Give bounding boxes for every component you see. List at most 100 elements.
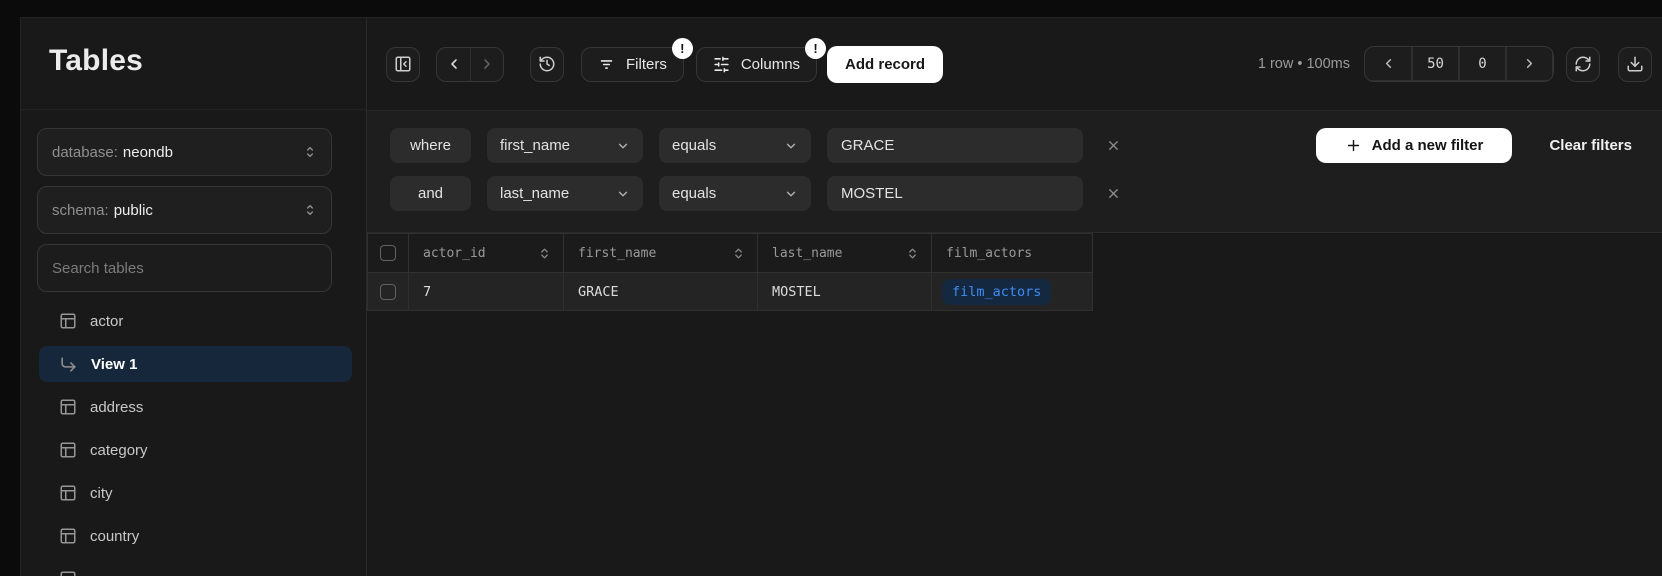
table-icon — [59, 484, 77, 502]
corner-down-right-icon — [59, 355, 78, 374]
table-icon — [59, 312, 77, 330]
pagination-group: 50 0 — [1364, 46, 1554, 82]
sort-icon[interactable] — [732, 247, 745, 260]
filter-operator-select[interactable]: equals — [659, 176, 811, 211]
sidebar-item-label: View 1 — [91, 356, 137, 373]
cell-film-actors: film_actors — [932, 273, 1093, 311]
sort-icon[interactable] — [906, 247, 919, 260]
sidebar-item-city[interactable]: city — [39, 475, 352, 511]
clear-filters-button[interactable]: Clear filters — [1543, 128, 1638, 163]
sliders-icon — [713, 56, 730, 73]
filter-value-input[interactable] — [827, 128, 1083, 163]
column-header-first-name[interactable]: first_name — [564, 234, 758, 273]
filter-operator-select[interactable]: equals — [659, 128, 811, 163]
filter-column-value: last_name — [500, 185, 569, 202]
history-nav-group — [436, 47, 504, 82]
sidebar-item-view-1[interactable]: View 1 — [39, 346, 352, 382]
filter-operator-value: equals — [672, 137, 716, 154]
search-tables-input[interactable] — [37, 244, 332, 292]
filters-alert-badge: ! — [672, 38, 693, 59]
select-all-checkbox[interactable] — [380, 245, 396, 261]
row-checkbox[interactable] — [380, 284, 396, 300]
sidebar-controls: database: neondb schema: public — [37, 128, 332, 292]
page-size-field[interactable]: 50 — [1412, 47, 1459, 81]
page-offset-field[interactable]: 0 — [1459, 47, 1506, 81]
database-selector-label: database: — [52, 144, 118, 161]
chevron-down-icon — [616, 187, 630, 201]
select-all-cell — [368, 234, 409, 273]
download-button[interactable] — [1618, 47, 1652, 82]
column-header-film-actors[interactable]: film_actors — [932, 234, 1093, 273]
row-select-cell — [368, 273, 409, 311]
film-actors-link[interactable]: film_actors — [942, 279, 1051, 305]
add-record-button[interactable]: Add record — [827, 46, 943, 83]
prev-page-button[interactable] — [1365, 47, 1412, 81]
remove-filter-icon[interactable] — [1106, 186, 1121, 201]
schema-selector-value: public — [114, 202, 153, 219]
result-summary: 1 row • 100ms — [1258, 56, 1350, 72]
unfold-icon — [303, 145, 317, 159]
cell-last-name[interactable]: MOSTEL — [758, 273, 932, 311]
sidebar-item-label: address — [90, 399, 143, 416]
sidebar-item-label: actor — [90, 313, 123, 330]
refresh-icon — [1574, 55, 1592, 73]
tables-list: actor View 1 address category — [39, 303, 352, 576]
columns-button[interactable]: Columns ! — [696, 47, 817, 82]
chevron-down-icon — [616, 139, 630, 153]
collapse-sidebar-button[interactable] — [386, 47, 420, 82]
filter-conjunction: where — [390, 128, 471, 163]
query-history-button[interactable] — [530, 47, 564, 82]
filter-operator-value: equals — [672, 185, 716, 202]
sidebar-item-category[interactable]: category — [39, 432, 352, 468]
back-button[interactable] — [437, 48, 470, 81]
filter-column-select[interactable]: last_name — [487, 176, 643, 211]
sidebar-divider — [21, 109, 366, 110]
forward-button[interactable] — [470, 48, 503, 81]
chevron-down-icon — [784, 187, 798, 201]
unfold-icon — [303, 203, 317, 217]
chevron-left-icon — [446, 56, 462, 72]
sidebar-item-label: city — [90, 485, 113, 502]
column-header-actor-id[interactable]: actor_id — [409, 234, 564, 273]
sidebar-item-partial[interactable] — [39, 561, 352, 576]
page-title: Tables — [49, 44, 143, 78]
sort-icon[interactable] — [538, 247, 551, 260]
sidebar-item-country[interactable]: country — [39, 518, 352, 554]
filter-column-value: first_name — [500, 137, 570, 154]
chevron-down-icon — [784, 139, 798, 153]
schema-selector[interactable]: schema: public — [37, 186, 332, 234]
filter-panel: where first_name equals — [367, 111, 1662, 233]
next-page-button[interactable] — [1506, 47, 1553, 81]
cell-first-name[interactable]: GRACE — [564, 273, 758, 311]
columns-alert-badge: ! — [805, 38, 826, 59]
add-filter-label: Add a new filter — [1372, 137, 1484, 154]
chevron-right-icon — [479, 56, 495, 72]
column-header-label: first_name — [578, 246, 656, 261]
page-offset-value: 0 — [1478, 56, 1486, 72]
tables-sidebar: Tables database: neondb schema: public — [21, 18, 367, 576]
sidebar-item-address[interactable]: address — [39, 389, 352, 425]
columns-button-label: Columns — [741, 56, 800, 73]
column-header-last-name[interactable]: last_name — [758, 234, 932, 273]
main-panel: Filters ! Columns ! Add record 1 row • 1… — [367, 18, 1662, 576]
add-filter-button[interactable]: Add a new filter — [1316, 128, 1512, 163]
remove-filter-icon[interactable] — [1106, 138, 1121, 153]
sidebar-item-label: country — [90, 528, 139, 545]
download-icon — [1626, 55, 1644, 73]
database-selector[interactable]: database: neondb — [37, 128, 332, 176]
data-table: actor_id first_name last_name film_actor… — [367, 233, 1093, 311]
sidebar-item-actor[interactable]: actor — [39, 303, 352, 339]
refresh-button[interactable] — [1566, 47, 1600, 82]
filter-value-input[interactable] — [827, 176, 1083, 211]
filters-button[interactable]: Filters ! — [581, 47, 684, 82]
chevron-left-icon — [1381, 56, 1396, 71]
column-header-label: actor_id — [423, 246, 486, 261]
plus-icon — [1345, 137, 1362, 154]
chevron-right-icon — [1522, 56, 1537, 71]
cell-actor-id[interactable]: 7 — [409, 273, 564, 311]
panel-left-close-icon — [394, 55, 412, 73]
table-icon — [59, 570, 77, 576]
filter-column-select[interactable]: first_name — [487, 128, 643, 163]
app-window: Tables database: neondb schema: public — [20, 17, 1662, 576]
database-selector-value: neondb — [123, 144, 173, 161]
